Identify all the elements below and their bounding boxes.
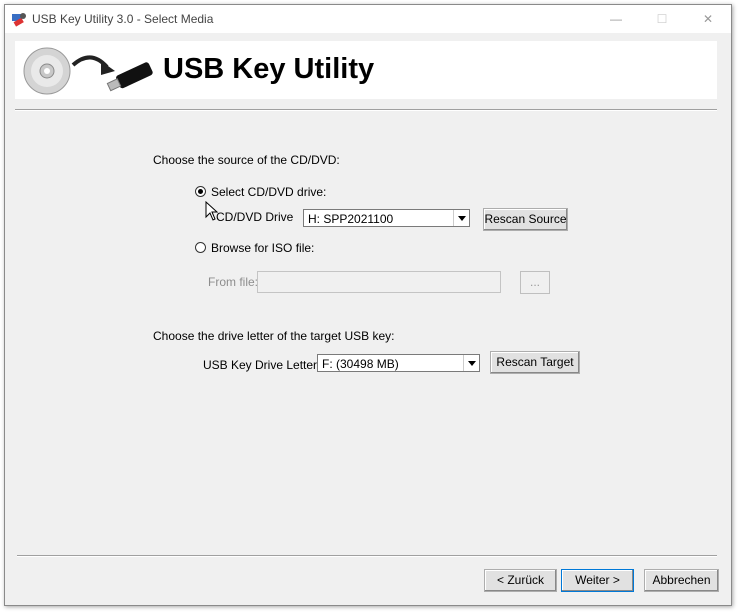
cancel-button[interactable]: Abbrechen bbox=[644, 569, 719, 592]
maximize-button[interactable]: ☐ bbox=[639, 5, 685, 33]
from-file-field[interactable] bbox=[257, 271, 501, 293]
browse-iso-label[interactable]: Browse for ISO file: bbox=[211, 241, 314, 255]
minimize-button[interactable]: — bbox=[593, 5, 639, 33]
app-icon bbox=[12, 13, 26, 27]
cd-dvd-drive-select[interactable]: H: SPP2021100 bbox=[303, 209, 470, 227]
source-heading: Choose the source of the CD/DVD: bbox=[153, 153, 340, 167]
drive-select-value: H: SPP2021100 bbox=[308, 212, 394, 226]
rescan-target-button[interactable]: Rescan Target bbox=[490, 351, 580, 374]
chevron-down-icon[interactable] bbox=[453, 210, 469, 226]
from-file-label: From file: bbox=[208, 275, 259, 289]
browse-file-button[interactable]: ... bbox=[520, 271, 550, 294]
select-drive-label[interactable]: Select CD/DVD drive: bbox=[211, 185, 326, 199]
drive-letter-value: F: (30498 MB) bbox=[322, 357, 399, 371]
target-heading: Choose the drive letter of the target US… bbox=[153, 329, 395, 343]
cd-to-usb-icon bbox=[23, 47, 153, 95]
rescan-source-button[interactable]: Rescan Source bbox=[483, 208, 568, 231]
close-button[interactable]: ✕ bbox=[685, 5, 731, 33]
usb-key-utility-window: USB Key Utility 3.0 - Select Media — ☐ ✕… bbox=[4, 4, 732, 606]
select-drive-radio[interactable] bbox=[195, 186, 206, 197]
drive-letter-label: USB Key Drive Letter: bbox=[203, 358, 321, 372]
mouse-cursor-icon bbox=[205, 201, 219, 221]
drive-label: CD/DVD Drive bbox=[216, 210, 294, 224]
banner-title: USB Key Utility bbox=[163, 53, 375, 85]
chevron-down-icon[interactable] bbox=[463, 355, 479, 371]
header-banner: USB Key Utility bbox=[15, 41, 717, 99]
next-button[interactable]: Weiter > bbox=[561, 569, 634, 592]
window-title: USB Key Utility 3.0 - Select Media bbox=[32, 12, 214, 26]
header-divider bbox=[15, 109, 717, 111]
title-bar: USB Key Utility 3.0 - Select Media — ☐ ✕ bbox=[5, 5, 731, 33]
radio-selected-dot bbox=[198, 189, 203, 194]
usb-drive-letter-select[interactable]: F: (30498 MB) bbox=[317, 354, 480, 372]
footer-divider bbox=[17, 555, 717, 557]
back-button[interactable]: < Zurück bbox=[484, 569, 557, 592]
browse-iso-radio[interactable] bbox=[195, 242, 206, 253]
